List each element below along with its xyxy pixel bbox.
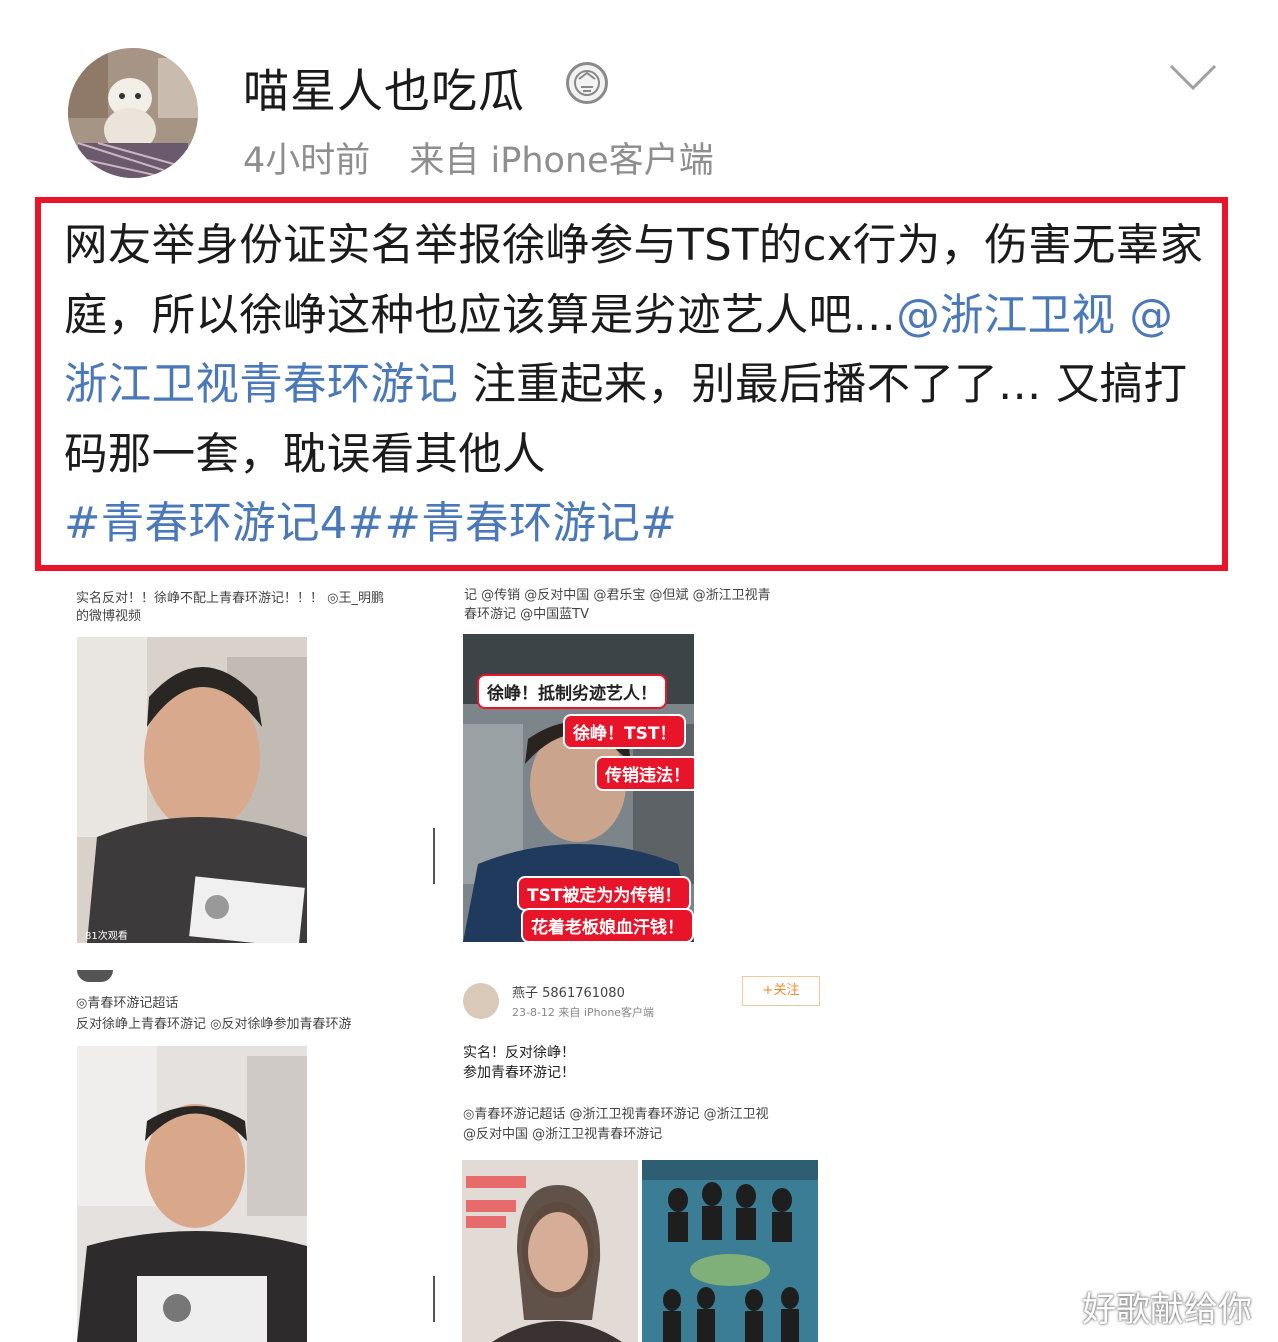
overlay-caption: 徐峥！抵制劣迹艺人！ <box>477 674 667 709</box>
s3-avatar <box>77 970 113 982</box>
s3-caption-2: 反对徐峥上青春环游记 ◎反对徐峥参加青春环游 <box>76 1017 352 1032</box>
image-thumbnail[interactable] <box>642 1160 818 1342</box>
s4-text-2: 参加青春环游记！ <box>463 1065 575 1081</box>
s4-time: 23-8-12 来自 iPhone客户端 <box>512 1006 655 1019</box>
s4-avatar[interactable] <box>463 983 499 1019</box>
hashtag-link[interactable]: #青春环游记# <box>384 499 677 549</box>
s1-caption-1: 实名反对！！徐峥不配上青春环游记！！！ ◎王_明鹏 <box>76 591 384 606</box>
post-source: 来自 iPhone客户端 <box>409 141 714 181</box>
view-count: 81次观看 <box>85 931 128 942</box>
s1-caption-2: 的微博视频 <box>76 609 142 624</box>
overlay-caption: 花着老板娘血汗钱！ <box>521 908 694 942</box>
hashtag-link[interactable]: #青春环游记4# <box>64 499 384 549</box>
chevron-down-icon[interactable] <box>1168 62 1218 92</box>
divider <box>433 828 435 884</box>
s4-text-1: 实名！反对徐峥！ <box>463 1045 575 1061</box>
image-thumbnail[interactable] <box>462 1160 638 1342</box>
s3-caption-1: ◎青春环游记超话 <box>76 996 179 1011</box>
post-time: 4小时前 <box>243 141 371 181</box>
video-thumbnail[interactable]: 81次观看 <box>77 637 307 943</box>
user-avatar[interactable] <box>68 48 198 178</box>
watermark: 好歌献给你 <box>1082 1290 1252 1330</box>
medal-badge-icon <box>566 62 608 104</box>
divider <box>433 1276 435 1322</box>
s4-caption-2: @反对中国 @浙江卫视青春环游记 <box>463 1127 663 1142</box>
username[interactable]: 喵星人也吃瓜 <box>243 55 525 121</box>
follow-button[interactable]: +关注 <box>742 976 820 1006</box>
post-meta: 4小时前 来自 iPhone客户端 <box>243 132 742 183</box>
s4-caption-1: ◎青春环游记超话 @浙江卫视青春环游记 @浙江卫视 <box>463 1107 769 1122</box>
video-thumbnail[interactable]: 徐峥！抵制劣迹艺人！ 徐峥！TST！ 传销违法！ TST被定为为传销！ 花着老板… <box>463 634 694 942</box>
s2-caption-1: 记 @传销 @反对中国 @君乐宝 @但斌 @浙江卫视青 <box>464 588 771 603</box>
post-body: 网友举身份证实名举报徐峥参与TST的cx行为，伤害无辜家庭，所以徐峥这种也应该算… <box>64 212 1214 560</box>
s4-username[interactable]: 燕子 5861761080 <box>512 985 625 1003</box>
overlay-caption: TST被定为为传销！ <box>517 876 692 911</box>
mention-link[interactable]: @浙江卫视 <box>896 291 1115 341</box>
overlay-caption: 传销违法！ <box>595 756 694 791</box>
overlay-caption: 徐峥！TST！ <box>563 714 687 749</box>
s2-caption-2: 春环游记 @中国蓝TV <box>464 607 589 622</box>
video-thumbnail[interactable] <box>77 1046 307 1342</box>
